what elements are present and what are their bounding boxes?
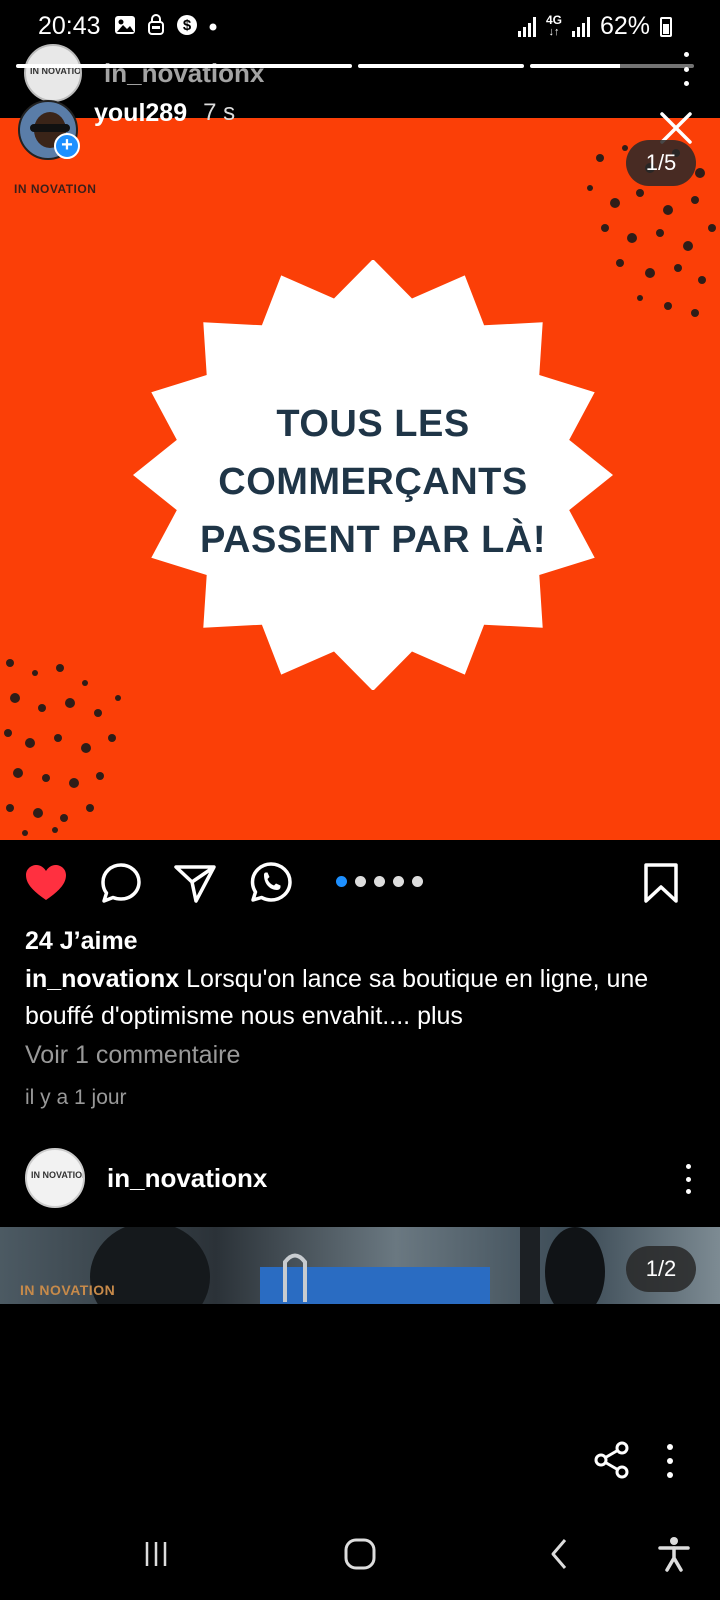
more-vertical-icon[interactable] <box>665 1444 675 1478</box>
post-headline: TOUS LES COMMERÇANTS PASSENT PAR LÀ! <box>200 403 546 561</box>
view-comments-link[interactable]: Voir 1 commentaire <box>25 1041 240 1070</box>
progress-segment <box>358 64 524 68</box>
paper-plane-icon[interactable] <box>172 860 218 906</box>
home-icon[interactable] <box>336 1530 384 1578</box>
post-time: il y a 1 jour <box>25 1086 127 1109</box>
battery-percent: 62% <box>599 12 650 40</box>
network-type: 4G ↓↑ <box>545 13 562 38</box>
caption-username[interactable]: in_novationx <box>25 965 179 993</box>
heart-icon[interactable] <box>23 860 69 906</box>
dollar-icon: $ <box>176 14 198 41</box>
story-header[interactable]: youl289 7 s <box>18 99 236 160</box>
caption-more-link[interactable]: plus <box>417 1002 463 1030</box>
accessibility-icon[interactable] <box>650 1530 698 1578</box>
progress-segment-current <box>530 64 694 68</box>
avatar: IN NOVATION <box>24 44 82 102</box>
avatar-logo: IN NOVATION <box>31 1170 85 1180</box>
signal-icon <box>517 16 536 37</box>
share-nodes-icon[interactable] <box>592 1440 632 1480</box>
back-icon[interactable] <box>536 1530 584 1578</box>
next-post-header[interactable]: IN NOVATION in_novationx <box>25 1148 267 1208</box>
carousel-dot <box>412 876 423 887</box>
notification-icons: $ <box>114 14 218 41</box>
carousel-dot <box>374 876 385 887</box>
story-source-account[interactable]: IN NOVATION in_novationx <box>24 44 264 102</box>
brand-watermark: IN NOVATION <box>14 182 97 196</box>
next-post-username[interactable]: in_novationx <box>107 1163 267 1194</box>
carousel-dots <box>336 876 423 887</box>
status-right: 4G ↓↑ 62% <box>517 12 672 41</box>
carousel-dot <box>355 876 366 887</box>
gallery-icon <box>114 15 136 40</box>
signal-icon-2 <box>571 16 590 37</box>
post-caption: in_novationx Lorsqu'on lance sa boutique… <box>25 961 705 1035</box>
story-progress <box>16 64 694 68</box>
avatar[interactable]: IN NOVATION <box>25 1148 85 1208</box>
story-source-username: in_novationx <box>104 57 265 88</box>
status-time: 20:43 <box>38 12 101 40</box>
recent-apps-icon[interactable] <box>132 1530 180 1578</box>
next-post-counter: 1/2 <box>626 1246 696 1292</box>
more-vertical-icon[interactable] <box>684 1164 692 1194</box>
dot-indicator <box>208 19 218 37</box>
battery-icon <box>660 16 672 37</box>
comment-icon[interactable] <box>98 860 144 906</box>
system-nav-bar <box>0 1530 720 1580</box>
lock-bot-icon <box>146 14 166 41</box>
story-username[interactable]: youl289 <box>94 99 187 128</box>
progress-segment <box>16 64 352 68</box>
whatsapp-icon[interactable] <box>248 860 294 906</box>
add-story-icon[interactable]: + <box>54 133 80 159</box>
carousel-dot-active <box>336 876 347 887</box>
svg-text:$: $ <box>183 17 192 34</box>
image-counter: 1/5 <box>626 140 696 186</box>
more-vertical-icon[interactable] <box>676 52 696 86</box>
likes-count[interactable]: 24 J’aime <box>25 927 138 956</box>
bookmark-icon[interactable] <box>638 860 684 906</box>
story-time: 7 s <box>203 99 236 126</box>
brand-watermark-2: IN NOVATION <box>20 1282 116 1298</box>
carousel-dot <box>393 876 404 887</box>
